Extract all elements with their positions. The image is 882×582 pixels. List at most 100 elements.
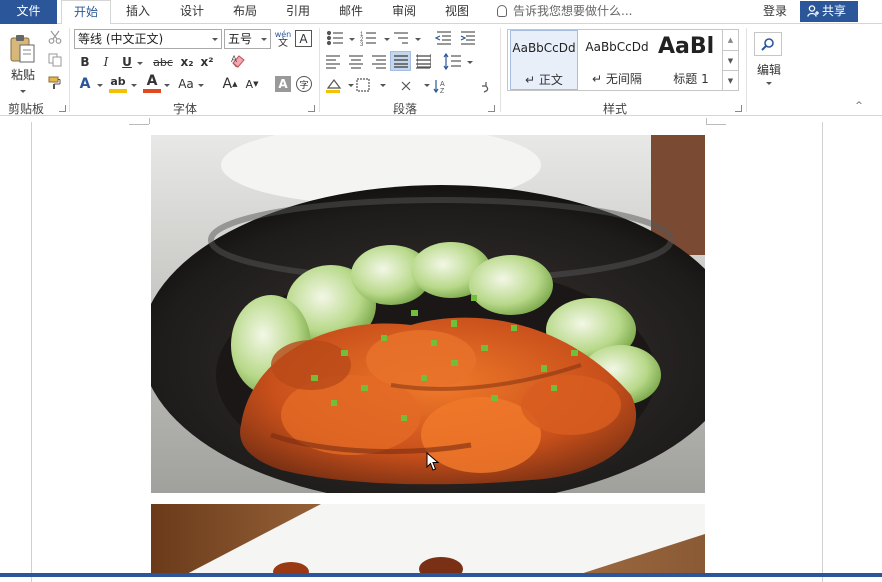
group-separator	[69, 28, 70, 112]
chevron-up-icon: ^	[855, 101, 863, 111]
style-no-spacing[interactable]: AaBbCcDd ↵ 无间隔	[582, 30, 652, 90]
food-photo-braised-pork[interactable]	[151, 135, 705, 493]
shrink-font-button[interactable]: A ▼	[243, 75, 261, 93]
tab-file[interactable]: 文件	[0, 0, 57, 24]
chevron-up-icon: ▲	[727, 36, 734, 44]
shading-dropdown-arrow[interactable]	[348, 84, 354, 87]
paragraph-group-label: 段落	[392, 102, 417, 116]
text-effects-dropdown-arrow[interactable]	[97, 84, 103, 87]
distributed-button[interactable]	[415, 51, 433, 71]
copy-button[interactable]	[46, 51, 64, 69]
highlight-button[interactable]: ab	[108, 73, 128, 89]
svg-text:Z: Z	[440, 88, 445, 95]
underline-button[interactable]: U	[118, 53, 136, 71]
tab-references[interactable]: 引用	[274, 0, 322, 24]
borders-dropdown-arrow[interactable]	[380, 84, 386, 87]
style-sample: AaBbCcDd	[512, 41, 576, 55]
justify-icon	[393, 55, 408, 68]
font-launcher[interactable]	[308, 105, 315, 112]
superscript-button[interactable]: x²	[198, 53, 216, 71]
margin-mark	[129, 124, 149, 125]
style-sample: AaBbCcDd	[585, 40, 649, 54]
collapse-ribbon-button[interactable]: ^	[852, 100, 866, 112]
styles-scroll-down[interactable]: ▼	[722, 50, 738, 70]
format-painter-button[interactable]	[46, 74, 64, 92]
tab-layout[interactable]: 布局	[221, 0, 269, 24]
food-photo-second[interactable]	[151, 504, 705, 577]
tab-design[interactable]: 设计	[168, 0, 216, 24]
asian-layout-dropdown-arrow[interactable]	[424, 84, 430, 87]
scissors-icon	[48, 30, 62, 44]
editing-dropdown-arrow[interactable]	[766, 82, 772, 85]
cut-button[interactable]	[46, 28, 64, 46]
clear-formatting-button[interactable]: A	[228, 51, 248, 71]
font-color-dropdown-arrow[interactable]	[164, 84, 170, 87]
subscript-button[interactable]: x₂	[178, 53, 196, 71]
strikethrough-button[interactable]: abc	[150, 53, 176, 71]
style-name: 标题 1	[673, 72, 709, 86]
clipboard-launcher[interactable]	[59, 105, 66, 112]
margin-mark	[149, 118, 150, 124]
group-separator	[500, 28, 501, 112]
highlight-dropdown-arrow[interactable]	[131, 84, 137, 87]
share-label: 共享	[822, 4, 847, 18]
font-size-combo[interactable]: 五号	[224, 29, 271, 49]
styles-gallery: AaBbCcDd ↵ 正文 AaBbCcDd ↵ 无间隔 AaBl 标题 1 ▲…	[507, 29, 739, 91]
phonetic-char: 文	[278, 38, 288, 49]
grow-font-button[interactable]: A ▲	[221, 75, 239, 93]
bold-button[interactable]: B	[76, 53, 94, 71]
highlight-color-bar	[109, 89, 127, 93]
paragraph-launcher[interactable]	[488, 105, 495, 112]
style-heading-1[interactable]: AaBl 标题 1	[654, 30, 728, 90]
eraser-icon: A	[231, 54, 245, 68]
font-name-combo[interactable]: 等线 (中文正文)	[74, 29, 222, 49]
numbering-dropdown-arrow[interactable]	[384, 38, 390, 41]
svg-text:A: A	[440, 81, 445, 88]
tab-mailings[interactable]: 邮件	[327, 0, 375, 24]
login-link[interactable]: 登录	[763, 0, 787, 23]
tab-review[interactable]: 审阅	[380, 0, 428, 24]
text-effects-button[interactable]: A	[76, 75, 94, 93]
paste-dropdown-arrow[interactable]	[20, 90, 26, 93]
svg-text:A: A	[231, 54, 237, 64]
tab-insert[interactable]: 插入	[114, 0, 162, 24]
chevron-down-icon: ▼	[727, 56, 734, 65]
character-border-button[interactable]: A	[295, 30, 312, 47]
style-normal[interactable]: AaBbCcDd ↵ 正文	[510, 30, 578, 90]
justify-button[interactable]	[390, 51, 411, 71]
editing-button[interactable]: 编辑	[752, 60, 786, 78]
mouse-pointer-icon	[426, 452, 440, 471]
find-button[interactable]	[754, 32, 782, 56]
line-spacing-dropdown-arrow[interactable]	[467, 61, 473, 64]
document-area	[0, 117, 882, 582]
styles-scroll-up[interactable]: ▲	[722, 30, 738, 50]
font-color-button[interactable]: A	[143, 73, 161, 89]
share-button[interactable]: 共享	[800, 1, 858, 22]
tab-view[interactable]: 视图	[433, 0, 481, 24]
font-color-bar	[143, 89, 161, 93]
paste-label: 粘贴	[10, 67, 35, 82]
status-bar-edge	[0, 573, 882, 577]
change-case-button[interactable]: Aa	[176, 75, 196, 93]
italic-button[interactable]: I	[97, 53, 115, 71]
paste-button[interactable]: 粘贴	[6, 30, 40, 86]
paintbrush-icon	[48, 76, 61, 89]
tab-home[interactable]: 开始	[61, 0, 111, 25]
ribbon-home: 粘贴 剪贴板 等线 (中文正文) 五号 wén 文 A B I U abc x₂…	[0, 24, 882, 116]
more-icon: ▼	[727, 76, 734, 85]
change-case-dropdown-arrow[interactable]	[198, 84, 204, 87]
styles-more[interactable]: ▼	[722, 70, 738, 90]
enclose-characters-button[interactable]: 字	[296, 76, 312, 92]
bullets-dropdown-arrow[interactable]	[349, 38, 355, 41]
character-shading-button[interactable]: A	[275, 76, 291, 92]
phonetic-guide-button[interactable]: wén 文	[274, 28, 292, 50]
tell-me-box[interactable]: 告诉我您想要做什么...	[497, 0, 632, 24]
font-group-label: 字体	[172, 102, 197, 116]
style-name: ↵ 无间隔	[592, 72, 642, 86]
distributed-icon	[417, 54, 431, 68]
styles-launcher[interactable]	[735, 105, 742, 112]
shrink-font-label: A	[245, 77, 254, 91]
multilevel-dropdown-arrow[interactable]	[415, 38, 421, 41]
grow-font-label: A	[222, 76, 233, 92]
underline-dropdown-arrow[interactable]	[137, 62, 143, 65]
